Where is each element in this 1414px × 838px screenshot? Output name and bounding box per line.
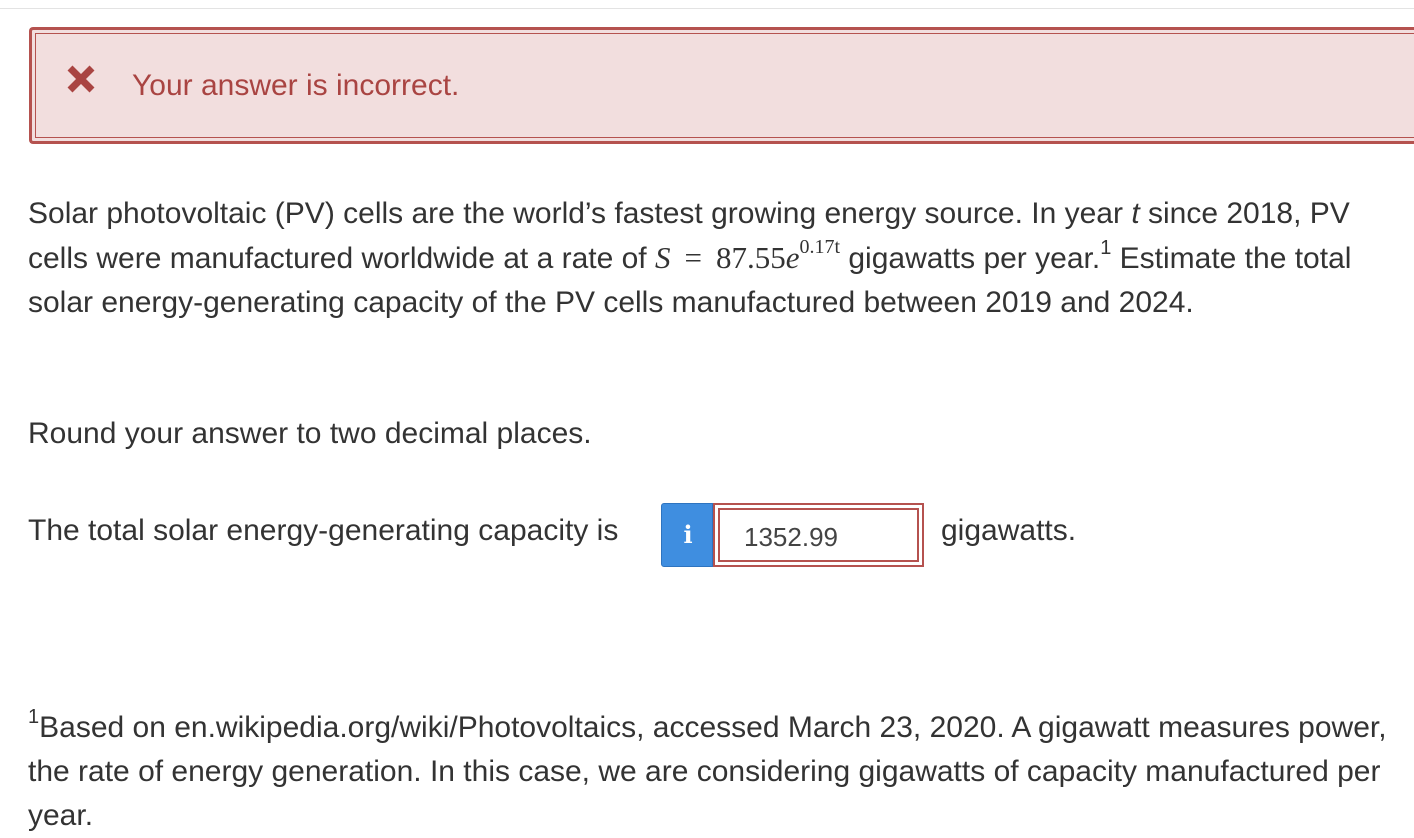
formula-equals: = (684, 240, 702, 275)
formula-exponent: 0.17t (799, 236, 841, 258)
answer-input[interactable]: 1352.99 (713, 503, 924, 567)
footnote-marker: 1 (28, 706, 40, 728)
variable-t: t (1131, 197, 1140, 230)
alert-message: Your answer is incorrect. (132, 69, 460, 102)
close-icon (67, 65, 95, 93)
formula-e: e (785, 240, 800, 275)
incorrect-answer-alert: Your answer is incorrect. (29, 27, 1414, 144)
rounding-instruction: Round your answer to two decimal places. (28, 417, 592, 450)
info-icon: i (683, 520, 693, 549)
info-button[interactable]: i (661, 503, 713, 567)
answer-unit: gigawatts. (941, 514, 1077, 547)
footnote-text: Based on en.wikipedia.org/wiki/Photovolt… (28, 711, 1387, 832)
answer-prompt: The total solar energy-generating capaci… (28, 514, 619, 547)
problem-text-after-formula: gigawatts per year. (840, 242, 1101, 275)
formula-variable-s: S (654, 240, 671, 275)
top-divider (0, 8, 1414, 9)
footnote-reference: 1 (1100, 237, 1112, 259)
problem-statement: Solar photovoltaic (PV) cells are the wo… (28, 192, 1408, 325)
rate-formula: S = 87.55e0.17t (654, 237, 840, 275)
answer-value: 1352.99 (744, 522, 838, 552)
footnote: 1Based on en.wikipedia.org/wiki/Photovol… (28, 706, 1398, 838)
formula-coefficient: 87.55 (715, 240, 786, 275)
problem-text-start: Solar photovoltaic (PV) cells are the wo… (28, 197, 1132, 230)
